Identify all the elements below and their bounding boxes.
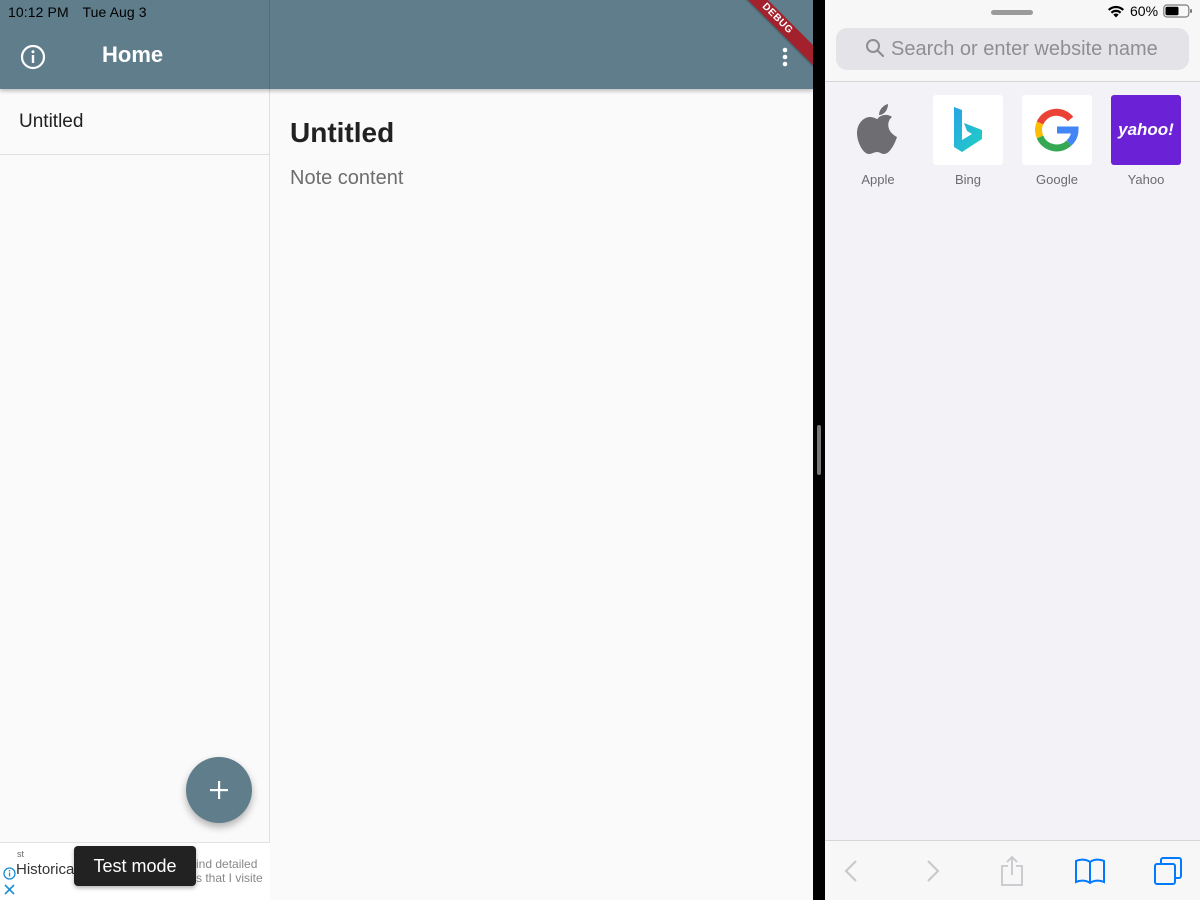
list-item[interactable]: Untitled (0, 89, 269, 155)
bookmarks-button[interactable] (1073, 851, 1107, 891)
notes-app: 10:12 PM Tue Aug 3 Home DEBUG Untitled U… (0, 0, 813, 900)
favorite-label: Apple (861, 172, 895, 187)
status-bar: 10:12 PM Tue Aug 3 (8, 4, 157, 20)
favorite-label: Google (1036, 172, 1078, 187)
ad-description-line2: s that I visite (196, 871, 263, 885)
ad-description-line1: ind detailed (196, 857, 258, 871)
status-date: Tue Aug 3 (82, 4, 147, 20)
favorite-tile (933, 95, 1003, 165)
safari-toolbar (825, 840, 1200, 900)
favorite-tile: yahoo! (1111, 95, 1181, 165)
ad-choices-icon[interactable] (3, 867, 16, 880)
wifi-icon (1108, 5, 1124, 18)
app-bar: 10:12 PM Tue Aug 3 Home DEBUG (0, 0, 813, 89)
forward-button[interactable] (921, 851, 945, 891)
status-bar-right: 60% (1107, 3, 1193, 19)
address-placeholder: Search or enter website name (891, 38, 1158, 60)
search-icon (866, 39, 885, 58)
ad-tiny-text: st (17, 849, 25, 859)
favorite-tile (1022, 95, 1092, 165)
apple-icon (857, 104, 897, 154)
note-title[interactable]: Untitled (290, 117, 394, 149)
info-button[interactable] (17, 41, 49, 73)
tabs-icon (1154, 857, 1182, 885)
tabs-button[interactable] (1152, 851, 1184, 891)
ad-description: ind detailed s that I visite (196, 857, 263, 885)
battery-icon (1163, 4, 1193, 18)
favorite-apple[interactable]: Apple (843, 95, 913, 187)
multitasking-grabber[interactable] (991, 10, 1033, 15)
favorite-bing[interactable]: Bing (933, 95, 1003, 187)
add-note-button[interactable] (186, 757, 252, 823)
info-icon (20, 44, 46, 70)
more-vert-icon (782, 47, 788, 67)
bing-icon (954, 107, 982, 152)
appbar-divider (269, 0, 270, 89)
address-bar[interactable]: Search or enter website name (836, 28, 1189, 70)
page-title: Home (102, 42, 164, 67)
google-icon (1035, 108, 1079, 152)
status-time: 10:12 PM (8, 4, 69, 20)
test-mode-badge: Test mode (74, 846, 196, 886)
ad-close-icon[interactable] (3, 883, 16, 896)
ad-headline: Historica (16, 861, 75, 878)
plus-icon (210, 781, 228, 799)
list-item-title: Untitled (19, 110, 84, 132)
safari-header: 60% Search or enter website name (825, 0, 1200, 82)
back-button[interactable] (839, 851, 863, 891)
share-button[interactable] (999, 851, 1025, 891)
favorite-tile (843, 95, 913, 165)
note-detail: Untitled Note content (271, 89, 813, 900)
favorite-label: Bing (954, 172, 982, 187)
favorite-label: Yahoo (1127, 172, 1165, 187)
bookmarks-icon (1075, 858, 1105, 885)
split-view-handle[interactable] (817, 425, 821, 475)
yahoo-icon: yahoo! (1118, 120, 1174, 139)
favorite-yahoo[interactable]: yahoo! Yahoo (1111, 95, 1181, 187)
favorite-google[interactable]: Google (1022, 95, 1092, 187)
back-icon (844, 860, 857, 882)
note-content[interactable]: Note content (290, 167, 403, 190)
safari-app: 60% Search or enter website name Apple B… (825, 0, 1200, 900)
debug-banner: DEBUG (722, 0, 813, 74)
battery-percent: 60% (1130, 3, 1159, 19)
forward-icon (927, 860, 940, 882)
share-icon (1001, 855, 1023, 886)
